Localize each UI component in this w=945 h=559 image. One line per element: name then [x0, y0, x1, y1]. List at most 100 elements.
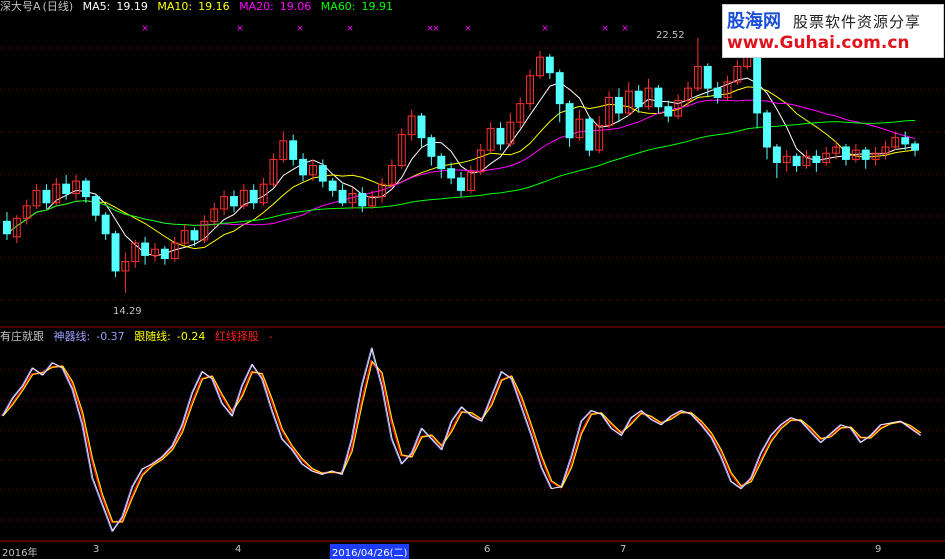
candle-body [190, 230, 199, 241]
candle-body [812, 155, 821, 164]
low-price-annotation: 14.29 [113, 306, 142, 317]
candle-body [792, 155, 801, 167]
signal-marker: × [236, 24, 244, 34]
candle [565, 100, 574, 148]
candle [141, 236, 150, 265]
candle-body [555, 72, 564, 105]
candle [111, 230, 120, 278]
candle [536, 50, 544, 79]
candle [861, 147, 870, 169]
candle [585, 116, 594, 157]
candle [763, 109, 771, 160]
indicator-line2-readout: 跟随线: -0.24 [134, 330, 206, 343]
candle [180, 224, 189, 247]
candle [684, 81, 692, 107]
candle [802, 150, 811, 169]
candle [516, 97, 525, 129]
candle-body [358, 192, 367, 207]
indicator-white-line [2, 346, 922, 532]
candle-body [753, 56, 762, 114]
candle-body [42, 189, 51, 204]
ma-line-ma10 [6, 86, 916, 250]
candle [506, 112, 515, 148]
candle-body [763, 112, 771, 148]
candle [81, 177, 90, 203]
candle [259, 177, 268, 206]
candle [72, 174, 80, 200]
ma-line-ma20 [6, 99, 916, 235]
indicator-main-line [1, 346, 921, 533]
candle-body [318, 165, 327, 182]
candle [772, 143, 781, 178]
candle [851, 143, 860, 163]
signal-marker: × [296, 24, 304, 34]
candle [269, 153, 278, 188]
candle [151, 243, 159, 262]
candle-body [496, 127, 505, 145]
candle [131, 239, 140, 268]
candle-body [338, 189, 347, 204]
signal-marker: × [141, 24, 149, 34]
ma5-readout: MA5: 19.19 [82, 0, 148, 13]
stock-chart[interactable]: × × × × ×× × × × × [0, 0, 945, 553]
candle-body [62, 183, 71, 194]
candle [457, 171, 465, 197]
candle [160, 246, 169, 265]
candle [12, 215, 21, 244]
candle [91, 193, 100, 222]
signal-marker: × [346, 24, 354, 34]
ma10-readout: MA10: 19.16 [157, 0, 230, 13]
candle-body [713, 87, 722, 98]
candle [782, 150, 791, 172]
candle [555, 69, 564, 123]
candle [249, 184, 258, 209]
candle [427, 134, 436, 166]
candle-body [585, 118, 594, 151]
axis-tick: 3 [93, 544, 100, 555]
candle-body [772, 146, 781, 163]
candle-body [437, 155, 446, 170]
candle [230, 190, 238, 213]
candle [654, 85, 663, 113]
candle [279, 131, 288, 163]
period-label[interactable]: (日线) [43, 0, 74, 13]
candle [299, 153, 308, 182]
guhai-logo: 股海网 股票软件资源分享 www.Guhai.com.cn [722, 4, 944, 58]
candle [437, 153, 446, 178]
axis-tick: 7 [620, 544, 627, 555]
candle-body [545, 56, 554, 74]
candle [387, 159, 396, 188]
axis-tick: 6 [484, 544, 491, 555]
candle [397, 128, 406, 169]
candle [239, 184, 248, 209]
candle-body [654, 87, 663, 108]
indicator-name[interactable]: 有庄就跟 [0, 330, 44, 343]
candle [486, 122, 495, 154]
candle-body [249, 189, 258, 204]
high-price-annotation: 22.52 [656, 30, 685, 41]
candle-body [2, 220, 11, 235]
candle [200, 215, 209, 244]
candle [723, 75, 732, 101]
axis-tick: 4 [235, 544, 242, 555]
candle-body [634, 90, 643, 108]
stock-name[interactable]: 深大号A [0, 0, 41, 13]
candle [693, 37, 702, 92]
candle [644, 78, 653, 110]
candle [496, 122, 505, 151]
signal-marker: × [541, 24, 549, 34]
candle-body [299, 158, 308, 176]
indicator-follow-line [2, 360, 922, 523]
candle-body [614, 96, 623, 114]
candle-body [328, 180, 337, 191]
candle [792, 153, 801, 172]
candle-body [911, 143, 920, 151]
candle-body [91, 196, 100, 216]
candle [614, 88, 623, 123]
indicator-red-line [1, 359, 921, 523]
candle [121, 252, 130, 293]
candle [42, 184, 51, 209]
candle-body [81, 180, 90, 198]
candle [674, 94, 683, 120]
candle [822, 147, 831, 166]
